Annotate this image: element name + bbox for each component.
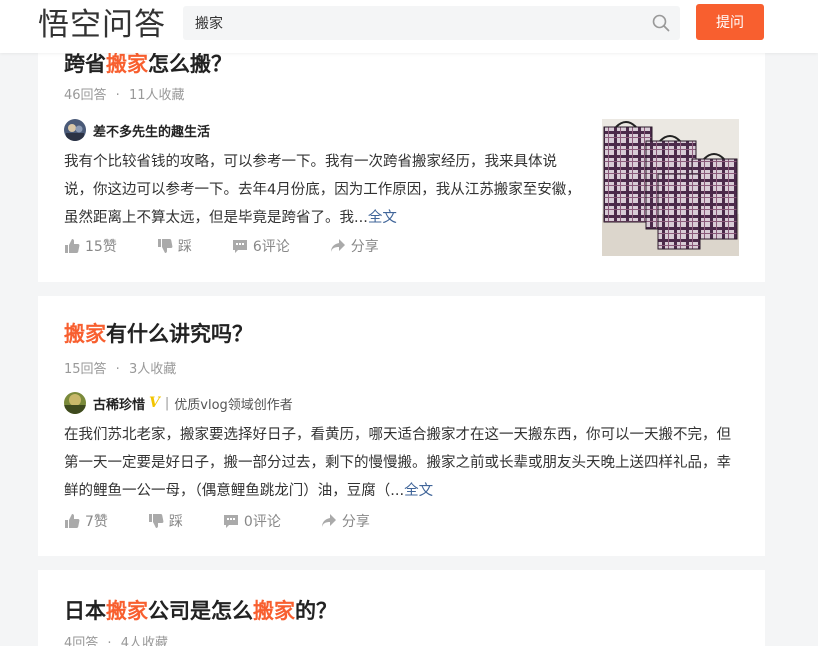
favorite-count: 3人收藏 bbox=[128, 362, 177, 377]
share-button[interactable]: 分享 bbox=[321, 511, 370, 531]
title-text: 跨省 bbox=[64, 52, 106, 76]
answer-author[interactable]: 古稀珍惜 V | 优质vlog领域创作者 bbox=[64, 392, 293, 414]
like-count: 7赞 bbox=[85, 514, 108, 530]
answer-actions: 7赞 踩 0评论 分享 bbox=[64, 511, 410, 531]
title-text: 公司是怎么 bbox=[148, 599, 253, 623]
avatar[interactable] bbox=[64, 392, 86, 414]
question-title[interactable]: 日本搬家公司是怎么搬家的？ bbox=[64, 595, 337, 625]
answer-thumbnail[interactable] bbox=[602, 119, 739, 256]
thumbs-down-icon bbox=[157, 239, 173, 253]
comment-button[interactable]: 0评论 bbox=[223, 511, 281, 531]
avatar[interactable] bbox=[64, 119, 86, 141]
excerpt-text: 在我们苏北老家，搬家要选择好日子，看黄历，哪天适合搬家才在这一天搬东西，你可以一… bbox=[64, 427, 731, 499]
share-icon bbox=[321, 514, 336, 527]
dislike-button[interactable]: 踩 bbox=[148, 511, 183, 531]
author-name[interactable]: 古稀珍惜 bbox=[93, 394, 145, 413]
author-description: 优质vlog领域创作者 bbox=[174, 397, 293, 413]
question-meta: 46回答 · 11人收藏 bbox=[64, 88, 185, 103]
favorite-count: 4人收藏 bbox=[120, 636, 168, 646]
answer-excerpt[interactable]: 我有个比较省钱的攻略，可以参考一下。我有一次跨省搬家经历，我来具体说说，你这边可… bbox=[64, 148, 584, 232]
title-highlight: 搬家 bbox=[253, 599, 295, 623]
answer-count[interactable]: 4回答 bbox=[64, 636, 98, 646]
question-card: 搬家有什么讲究吗？ 15回答 · 3人收藏 古稀珍惜 V | 优质vlog领域创… bbox=[38, 296, 765, 556]
title-highlight: 搬家 bbox=[106, 599, 148, 623]
answer-excerpt[interactable]: 在我们苏北老家，搬家要选择好日子，看黄历，哪天适合搬家才在这一天搬东西，你可以一… bbox=[64, 421, 740, 505]
question-meta: 15回答 · 3人收藏 bbox=[64, 362, 177, 377]
question-title[interactable]: 搬家有什么讲究吗？ bbox=[64, 318, 253, 348]
like-button[interactable]: 15赞 bbox=[64, 236, 117, 256]
like-button[interactable]: 7赞 bbox=[64, 511, 108, 531]
dislike-label: 踩 bbox=[177, 239, 192, 255]
question-card: 跨省搬家怎么搬？ 46回答 · 11人收藏 差不多先生的趣生活 我有个比较省钱的… bbox=[38, 38, 765, 282]
share-label: 分享 bbox=[341, 514, 370, 530]
share-label: 分享 bbox=[350, 239, 379, 255]
thumbs-down-icon bbox=[148, 514, 164, 528]
search-box[interactable] bbox=[183, 6, 680, 40]
excerpt-text: 我有个比较省钱的攻略，可以参考一下。我有一次跨省搬家经历，我来具体说说，你这边可… bbox=[64, 154, 581, 226]
title-highlight: 搬家 bbox=[106, 52, 148, 76]
comment-count: 6评论 bbox=[252, 239, 290, 255]
answer-count[interactable]: 46回答 bbox=[64, 88, 107, 103]
author-name[interactable]: 差不多先生的趣生活 bbox=[93, 121, 210, 140]
title-text: 日本 bbox=[64, 599, 106, 623]
top-header: 悟空问答 提问 bbox=[0, 0, 818, 53]
dislike-button[interactable]: 踩 bbox=[157, 236, 192, 256]
ask-question-button[interactable]: 提问 bbox=[696, 4, 764, 40]
answer-count[interactable]: 15回答 bbox=[64, 362, 107, 377]
dislike-label: 踩 bbox=[168, 514, 183, 530]
answer-author[interactable]: 差不多先生的趣生活 bbox=[64, 119, 210, 141]
answer-actions: 15赞 踩 6评论 分享 bbox=[64, 236, 419, 256]
thumbs-up-icon bbox=[65, 239, 80, 253]
like-count: 15赞 bbox=[85, 239, 117, 255]
site-logo[interactable]: 悟空问答 bbox=[38, 3, 166, 47]
title-text: 的？ bbox=[295, 599, 337, 623]
read-more-link[interactable]: 全文 bbox=[404, 483, 433, 499]
comment-icon bbox=[232, 240, 247, 253]
comment-icon bbox=[223, 515, 238, 528]
question-card: 日本搬家公司是怎么搬家的？ 4回答 · 4人收藏 bbox=[38, 570, 765, 646]
comment-count: 0评论 bbox=[243, 514, 281, 530]
thumbs-up-icon bbox=[65, 514, 80, 528]
comment-button[interactable]: 6评论 bbox=[232, 236, 290, 256]
search-icon[interactable] bbox=[652, 14, 670, 32]
verified-badge: V bbox=[149, 395, 160, 411]
share-button[interactable]: 分享 bbox=[330, 236, 379, 256]
title-text: 怎么搬？ bbox=[148, 52, 232, 76]
read-more-link[interactable]: 全文 bbox=[368, 210, 397, 226]
question-meta: 4回答 · 4人收藏 bbox=[64, 632, 168, 646]
favorite-count: 11人收藏 bbox=[128, 88, 185, 103]
title-highlight: 搬家 bbox=[64, 322, 106, 346]
title-text: 有什么讲究吗？ bbox=[106, 322, 253, 346]
share-icon bbox=[330, 239, 345, 252]
search-input[interactable] bbox=[183, 6, 643, 40]
